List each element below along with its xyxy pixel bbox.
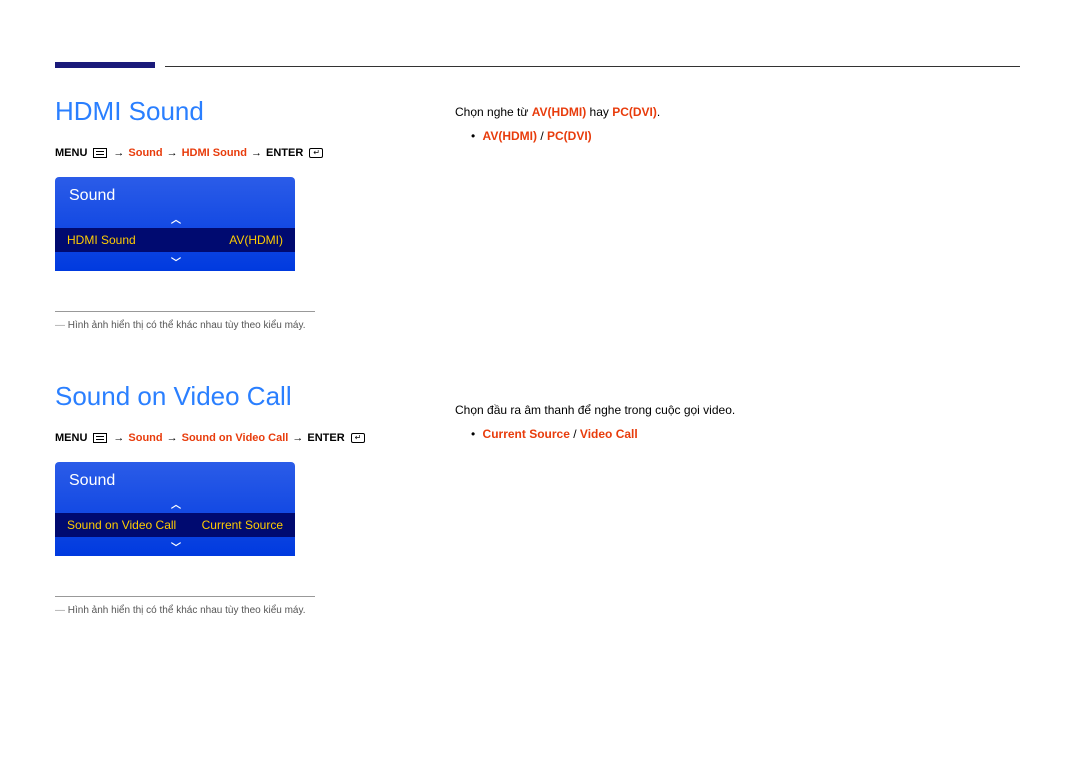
- section-title-hdmi-sound: HDMI Sound: [55, 96, 415, 127]
- bullet-hdmi-options: AV(HDMI) / PC(DVI): [471, 129, 1025, 143]
- bullet-separator: /: [570, 427, 580, 441]
- header-accent-bar: [55, 62, 155, 68]
- breadcrumb-path1: Sound: [128, 147, 162, 159]
- breadcrumb-menu-label: MENU: [55, 432, 87, 444]
- breadcrumb-path2: Sound on Video Call: [182, 432, 289, 444]
- section-title-sound-video-call: Sound on Video Call: [55, 381, 415, 412]
- breadcrumb-enter-label: ENTER: [307, 432, 344, 444]
- osd-row-value: Current Source: [202, 518, 283, 532]
- osd-menu-hdmi-sound: Sound HDMI Sound AV(HDMI): [55, 177, 295, 271]
- desc-option-a: AV(HDMI): [532, 105, 586, 119]
- enter-icon: [309, 148, 323, 158]
- osd-row-label: Sound on Video Call: [67, 518, 176, 532]
- osd-selected-row[interactable]: Sound on Video Call Current Source: [55, 513, 295, 537]
- enter-icon: [351, 433, 365, 443]
- menu-icon: [93, 433, 107, 443]
- breadcrumb-arrow: →: [167, 432, 178, 444]
- chevron-up-icon[interactable]: [55, 494, 295, 513]
- note-divider: [55, 311, 315, 312]
- osd-selected-row[interactable]: HDMI Sound AV(HDMI): [55, 228, 295, 252]
- left-column: HDMI Sound MENU → Sound → HDMI Sound → E…: [55, 60, 415, 616]
- desc-option-b: PC(DVI): [612, 105, 657, 119]
- breadcrumb-path1: Sound: [128, 432, 162, 444]
- chevron-down-icon[interactable]: [55, 537, 295, 556]
- bullet-option-a: Current Source: [483, 427, 570, 441]
- desc-text-part: Chọn nghe từ: [455, 105, 532, 119]
- osd-menu-title: Sound: [55, 462, 295, 494]
- bullet-video-call-options: Current Source / Video Call: [471, 427, 1025, 441]
- breadcrumb-arrow: →: [251, 147, 262, 159]
- chevron-up-icon[interactable]: [55, 209, 295, 228]
- desc-text-part: .: [657, 105, 660, 119]
- breadcrumb-menu-label: MENU: [55, 147, 87, 159]
- osd-row-value: AV(HDMI): [229, 233, 283, 247]
- note-text: Hình ảnh hiển thị có thể khác nhau tùy t…: [55, 605, 415, 616]
- right-section-2: Chọn đầu ra âm thanh để nghe trong cuộc …: [455, 403, 1025, 441]
- breadcrumb-path2: HDMI Sound: [182, 147, 247, 159]
- header-divider: [165, 66, 1020, 67]
- chevron-down-icon[interactable]: [55, 252, 295, 271]
- breadcrumb-arrow: →: [167, 147, 178, 159]
- desc-hdmi: Chọn nghe từ AV(HDMI) hay PC(DVI).: [455, 105, 1025, 119]
- breadcrumb-enter-label: ENTER: [266, 147, 303, 159]
- osd-row-label: HDMI Sound: [67, 233, 136, 247]
- breadcrumb-hdmi: MENU → Sound → HDMI Sound → ENTER: [55, 147, 415, 159]
- osd-menu-video-call: Sound Sound on Video Call Current Source: [55, 462, 295, 556]
- bullet-separator: /: [537, 129, 547, 143]
- bullet-option-b: Video Call: [580, 427, 638, 441]
- bullet-option-b: PC(DVI): [547, 129, 592, 143]
- note-divider: [55, 596, 315, 597]
- note-text: Hình ảnh hiển thị có thể khác nhau tùy t…: [55, 320, 415, 331]
- desc-video-call: Chọn đầu ra âm thanh để nghe trong cuộc …: [455, 403, 1025, 417]
- breadcrumb-video-call: MENU → Sound → Sound on Video Call → ENT…: [55, 432, 415, 444]
- breadcrumb-arrow: →: [292, 432, 303, 444]
- bullet-option-a: AV(HDMI): [483, 129, 537, 143]
- breadcrumb-arrow: →: [113, 432, 124, 444]
- osd-menu-title: Sound: [55, 177, 295, 209]
- breadcrumb-arrow: →: [113, 147, 124, 159]
- menu-icon: [93, 148, 107, 158]
- desc-text-part: hay: [586, 105, 612, 119]
- right-column: Chọn nghe từ AV(HDMI) hay PC(DVI). AV(HD…: [455, 60, 1025, 441]
